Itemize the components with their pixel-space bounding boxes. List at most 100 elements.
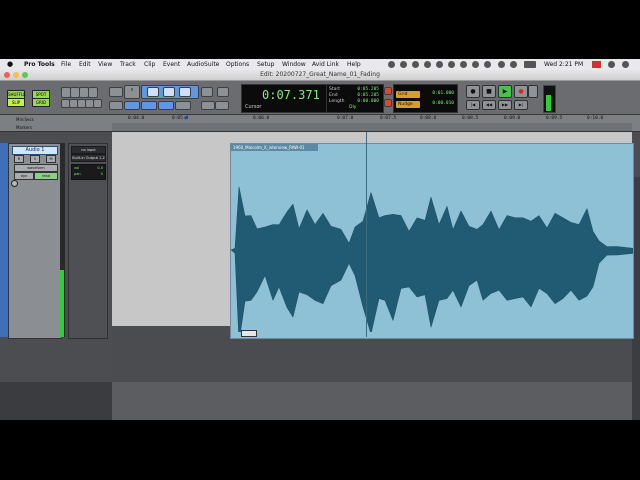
menu-track[interactable]: Track bbox=[120, 59, 136, 70]
status-icon[interactable] bbox=[388, 61, 395, 68]
rewind-button[interactable]: ◀◀ bbox=[482, 100, 496, 110]
record-enable-button[interactable]: R bbox=[14, 155, 24, 163]
play-button[interactable]: ▶ bbox=[498, 85, 512, 98]
rewind-to-start-button[interactable]: |◀ bbox=[466, 100, 480, 110]
menu-clip[interactable]: Clip bbox=[144, 59, 155, 70]
menu-setup[interactable]: Setup bbox=[257, 59, 274, 70]
tool-grabber-icon[interactable] bbox=[179, 87, 191, 97]
status-icon[interactable] bbox=[424, 61, 431, 68]
minimize-icon[interactable] bbox=[13, 72, 19, 78]
nudge-label[interactable]: Nudge bbox=[396, 101, 420, 108]
status-icon[interactable] bbox=[412, 61, 419, 68]
battery-icon[interactable] bbox=[524, 61, 536, 68]
zoom-preset-5[interactable] bbox=[93, 99, 102, 108]
audio-clip[interactable]: 1960_Malcolm_X_interview_RAW-01 bbox=[230, 143, 634, 339]
track-options-icon[interactable] bbox=[11, 180, 18, 187]
status-icon[interactable] bbox=[460, 61, 467, 68]
insertion-follows-icon[interactable] bbox=[175, 101, 191, 110]
menu-help[interactable]: Help bbox=[347, 59, 361, 70]
track-meter-fill bbox=[60, 270, 64, 337]
link-track-icon[interactable] bbox=[141, 101, 157, 110]
main-counter[interactable]: 0:07.371 Cursor bbox=[241, 84, 328, 113]
menu-audiosuite[interactable]: AudioSuite bbox=[187, 59, 219, 70]
output-selector[interactable]: Built-in Output 1-2 bbox=[71, 154, 106, 162]
clip-gain-icon[interactable] bbox=[241, 330, 257, 337]
online-button[interactable]: ● bbox=[466, 85, 480, 98]
ruler-tick: 0:04.0 bbox=[128, 116, 145, 121]
transport-menu-button[interactable] bbox=[528, 85, 538, 98]
status-icon[interactable] bbox=[472, 61, 479, 68]
ruler-label-markers: Markers bbox=[16, 125, 32, 130]
letterbox-bottom bbox=[0, 420, 640, 480]
ruler-tick: 0:09.5 bbox=[546, 116, 563, 121]
menu-avid-link[interactable]: Avid Link bbox=[312, 59, 339, 70]
track-header[interactable]: Audio 1 R S M waveform dyn read bbox=[8, 143, 62, 339]
menu-window[interactable]: Window bbox=[282, 59, 306, 70]
input-selector[interactable]: no input bbox=[71, 146, 106, 154]
tool-selector-icon[interactable] bbox=[163, 87, 175, 97]
tool-magnifier-icon[interactable]: ⚲ bbox=[124, 85, 140, 99]
track-color-strip bbox=[0, 143, 8, 337]
wifi-icon[interactable] bbox=[484, 61, 491, 68]
clip-waveform bbox=[231, 186, 633, 332]
ruler-tick: 0:09.0 bbox=[504, 116, 521, 121]
tool-trim-icon[interactable] bbox=[147, 87, 159, 97]
ruler-tick: 0:06.0 bbox=[253, 116, 270, 121]
record-indicator[interactable] bbox=[384, 87, 392, 95]
zoom-icon[interactable] bbox=[22, 72, 28, 78]
ruler-label-min-secs: Min:Secs bbox=[16, 117, 34, 122]
tab-to-transient-icon[interactable] bbox=[109, 101, 123, 110]
menubar-clock[interactable]: Wed 2:21 PM bbox=[544, 59, 583, 70]
selection-info: Start 0:05.205 End 0:05.205 Length 0:00.000… bbox=[326, 84, 384, 113]
flag-icon[interactable] bbox=[592, 61, 601, 68]
menu-event[interactable]: Event bbox=[163, 59, 180, 70]
control-center-icon[interactable] bbox=[622, 61, 629, 68]
mirror-midi-icon[interactable] bbox=[158, 101, 174, 110]
menu-edit[interactable]: Edit bbox=[79, 59, 91, 70]
status-icon[interactable] bbox=[400, 61, 407, 68]
close-icon[interactable] bbox=[4, 72, 10, 78]
forward-to-end-button[interactable]: ▶| bbox=[514, 100, 528, 110]
edit-toolbar: SHUFFLE SPOT SLIP GRID ⚲ 0:07.371 Cursor… bbox=[0, 81, 640, 115]
grid-value[interactable]: 0:01.000 bbox=[432, 91, 454, 96]
vol-pan-display[interactable]: vol 0.0 pan 0 bbox=[71, 164, 106, 180]
menu-app-name[interactable]: Pro Tools bbox=[24, 59, 55, 70]
tool-pencil-icon[interactable] bbox=[217, 87, 229, 97]
solo-button[interactable]: S bbox=[30, 155, 40, 163]
ruler-tick: 0:08.5 bbox=[462, 116, 479, 121]
nudge-value[interactable]: 0:00.010 bbox=[432, 101, 454, 106]
dyn-button[interactable]: dyn bbox=[14, 172, 34, 180]
dly-label[interactable]: Dly bbox=[349, 105, 356, 111]
commands-focus-icon[interactable] bbox=[215, 101, 229, 110]
zoom-in-button[interactable] bbox=[88, 87, 98, 98]
window-title: Edit: 20200727_Great_Name_01_Fading bbox=[260, 71, 380, 78]
status-icon[interactable] bbox=[436, 61, 443, 68]
grid-label[interactable]: Grid bbox=[396, 91, 420, 98]
mute-button[interactable]: M bbox=[46, 155, 56, 163]
menu-options[interactable]: Options bbox=[226, 59, 249, 70]
playhead-marker-icon[interactable]: ▾ bbox=[184, 115, 190, 122]
link-timeline-icon[interactable] bbox=[124, 101, 140, 110]
keyboard-focus-icon[interactable] bbox=[201, 101, 215, 110]
tool-scrubber-icon[interactable] bbox=[201, 87, 213, 97]
record-button[interactable]: ● bbox=[514, 85, 528, 98]
apple-icon[interactable]: ● bbox=[7, 59, 13, 70]
mode-slip-button[interactable]: SLIP bbox=[7, 98, 25, 107]
status-icon[interactable] bbox=[448, 61, 455, 68]
record-indicator[interactable] bbox=[384, 99, 392, 107]
markers-ruler[interactable] bbox=[112, 123, 632, 131]
timeline-rulers: Min:Secs Markers 0:04.0 0:05.0 0:06.0 0:… bbox=[0, 115, 640, 132]
edit-cursor-line bbox=[366, 132, 367, 337]
volume-icon[interactable] bbox=[510, 61, 517, 68]
track-view-selector[interactable]: waveform bbox=[14, 164, 58, 172]
menu-file[interactable]: File bbox=[61, 59, 71, 70]
stop-button[interactable]: ■ bbox=[482, 85, 496, 98]
search-icon[interactable] bbox=[608, 61, 615, 68]
automation-mode-selector[interactable]: read bbox=[34, 172, 58, 180]
mode-grid-button[interactable]: GRID bbox=[32, 98, 50, 107]
bluetooth-icon[interactable] bbox=[498, 61, 505, 68]
tool-zoomer-icon[interactable] bbox=[109, 87, 123, 97]
fast-forward-button[interactable]: ▶▶ bbox=[498, 100, 512, 110]
menu-view[interactable]: View bbox=[98, 59, 112, 70]
track-name[interactable]: Audio 1 bbox=[12, 146, 58, 155]
